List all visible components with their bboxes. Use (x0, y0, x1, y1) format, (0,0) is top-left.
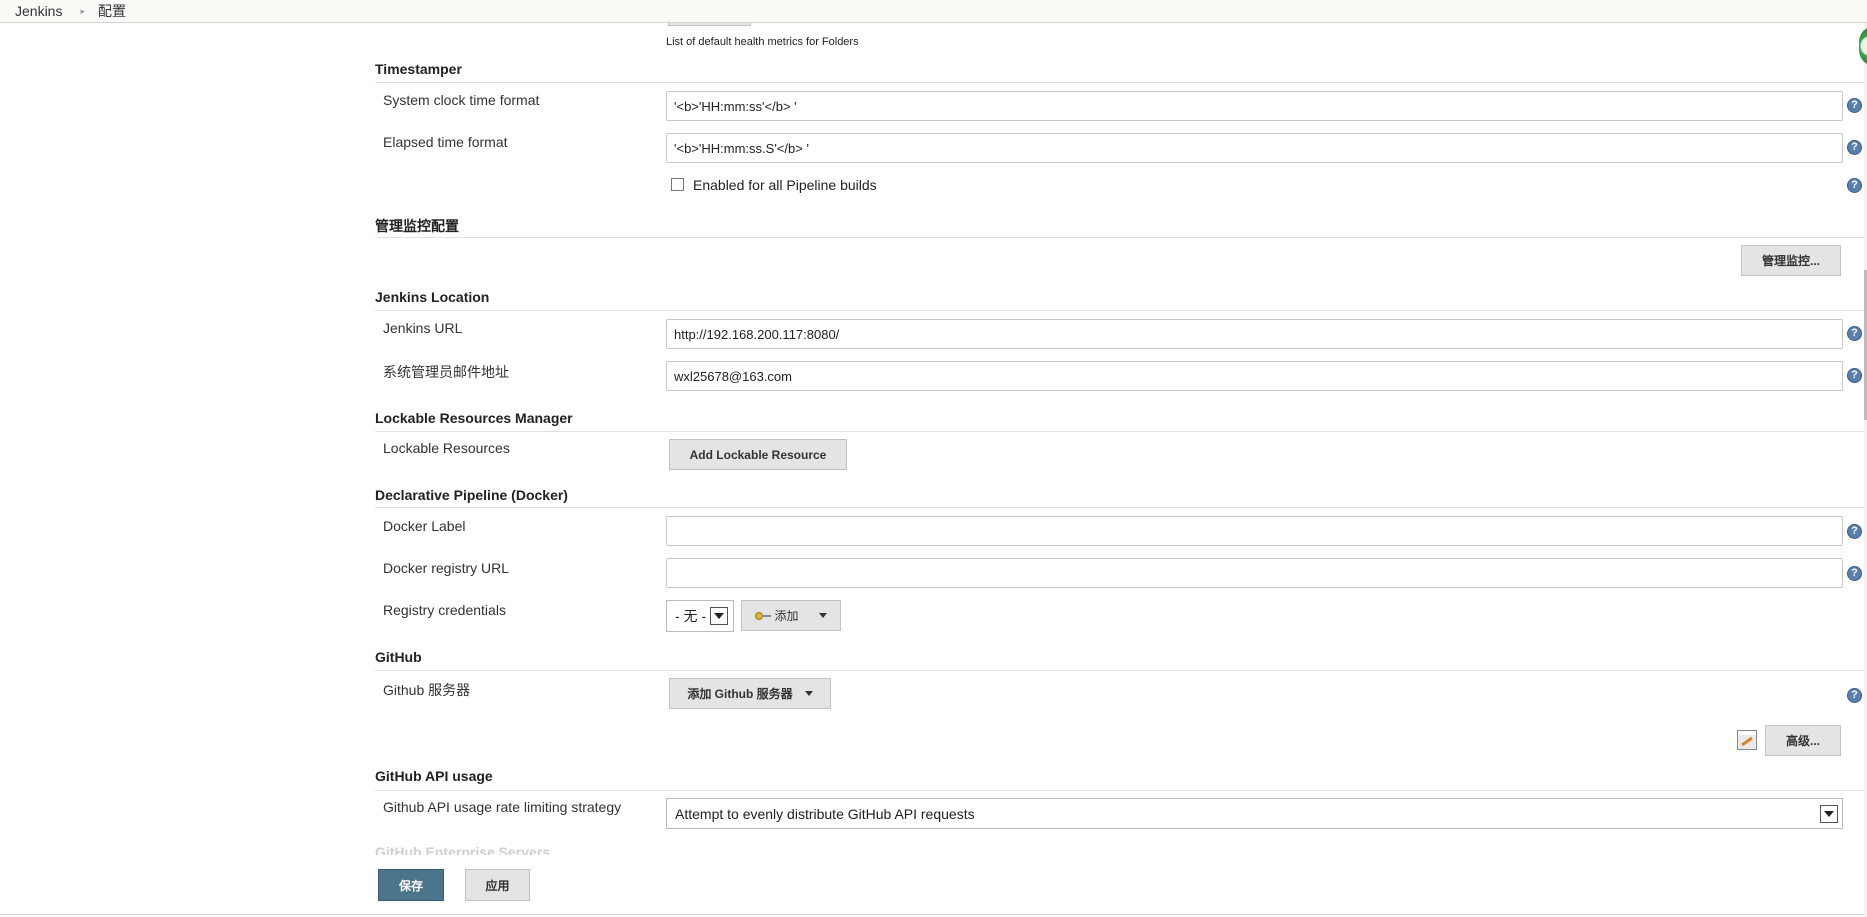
question-circle-icon[interactable]: ? (1847, 98, 1862, 113)
registry-credentials-select[interactable]: - 无 - (666, 600, 734, 632)
breadcrumb: Jenkins ▸ 配置 (0, 0, 1867, 23)
elapsed-time-label: Elapsed time format (383, 134, 508, 150)
folder-health-hint: List of default health metrics for Folde… (666, 36, 859, 48)
floating-widget-icon[interactable] (1859, 26, 1867, 66)
section-divider (375, 237, 1867, 238)
question-circle-icon[interactable]: ? (1847, 326, 1862, 341)
question-circle-icon[interactable]: ? (1847, 566, 1862, 581)
add-lockable-resource-button[interactable]: Add Lockable Resource (669, 439, 847, 470)
github-api-strategy-selected: Attempt to evenly distribute GitHub API … (675, 805, 975, 822)
folder-health-button-partial[interactable] (668, 23, 751, 26)
elapsed-time-format-input[interactable] (666, 133, 1843, 163)
github-servers-label: Github 服务器 (383, 682, 471, 698)
breadcrumb-separator-icon: ▸ (80, 5, 85, 16)
caret-down-icon (818, 613, 827, 618)
admin-email-input[interactable] (666, 361, 1843, 391)
section-divider (375, 82, 1867, 83)
advanced-button[interactable]: 高级... (1765, 725, 1841, 756)
pipeline-builds-checkbox-label: Enabled for all Pipeline builds (693, 177, 877, 193)
chevron-down-icon (1820, 804, 1838, 823)
question-circle-icon[interactable]: ? (1847, 524, 1862, 539)
save-button[interactable]: 保存 (378, 869, 444, 901)
add-github-server-label: 添加 Github 服务器 (687, 687, 793, 701)
question-circle-icon[interactable]: ? (1847, 688, 1862, 703)
registry-credentials-label: Registry credentials (383, 602, 506, 618)
docker-label-input[interactable] (666, 516, 1843, 546)
section-title-lockable-resources: Lockable Resources Manager (375, 410, 573, 426)
docker-label-label: Docker Label (383, 518, 466, 534)
section-title-github-api: GitHub API usage (375, 768, 493, 784)
github-api-strategy-label: Github API usage rate limiting strategy (383, 799, 622, 815)
caret-down-icon (804, 691, 813, 696)
github-api-strategy-select[interactable]: Attempt to evenly distribute GitHub API … (666, 798, 1843, 829)
jenkins-url-label: Jenkins URL (383, 320, 463, 336)
bottom-divider (0, 914, 1867, 915)
section-title-jenkins-location: Jenkins Location (375, 289, 490, 305)
apply-button[interactable]: 应用 (465, 869, 530, 901)
manage-monitors-button[interactable]: 管理监控... (1741, 245, 1841, 276)
system-clock-format-input[interactable] (666, 91, 1843, 121)
breadcrumb-jenkins[interactable]: Jenkins (0, 3, 62, 19)
key-icon (755, 611, 772, 620)
system-clock-label: System clock time format (383, 92, 540, 108)
question-circle-icon[interactable]: ? (1847, 368, 1862, 383)
registry-credentials-selected: - 无 - (675, 608, 707, 624)
admin-email-label: 系统管理员邮件地址 (383, 364, 509, 380)
section-divider (375, 790, 1867, 791)
question-circle-icon[interactable]: ? (1847, 140, 1862, 155)
breadcrumb-config[interactable]: 配置 (98, 1, 126, 21)
pipeline-builds-checkbox[interactable] (671, 178, 684, 191)
section-divider (375, 431, 1867, 432)
section-divider (375, 310, 1867, 311)
add-credentials-label: 添加 (774, 609, 799, 623)
jenkins-url-input[interactable] (666, 319, 1843, 349)
docker-registry-url-input[interactable] (666, 558, 1843, 588)
notepad-icon[interactable] (1737, 730, 1757, 750)
question-circle-icon[interactable]: ? (1847, 178, 1862, 193)
section-title-timestamper: Timestamper (375, 61, 462, 77)
section-divider (375, 670, 1867, 671)
lockable-resources-label: Lockable Resources (383, 440, 510, 456)
docker-registry-url-label: Docker registry URL (383, 560, 510, 576)
add-credentials-button[interactable]: 添加 (741, 600, 841, 631)
section-title-monitor: 管理监控配置 (375, 218, 459, 234)
section-title-docker: Declarative Pipeline (Docker) (375, 487, 568, 503)
add-github-server-button[interactable]: 添加 Github 服务器 (669, 678, 831, 709)
bottom-action-bar (0, 855, 1867, 917)
section-divider (375, 507, 1867, 508)
section-title-github: GitHub (375, 649, 422, 665)
chevron-down-icon (710, 607, 728, 625)
